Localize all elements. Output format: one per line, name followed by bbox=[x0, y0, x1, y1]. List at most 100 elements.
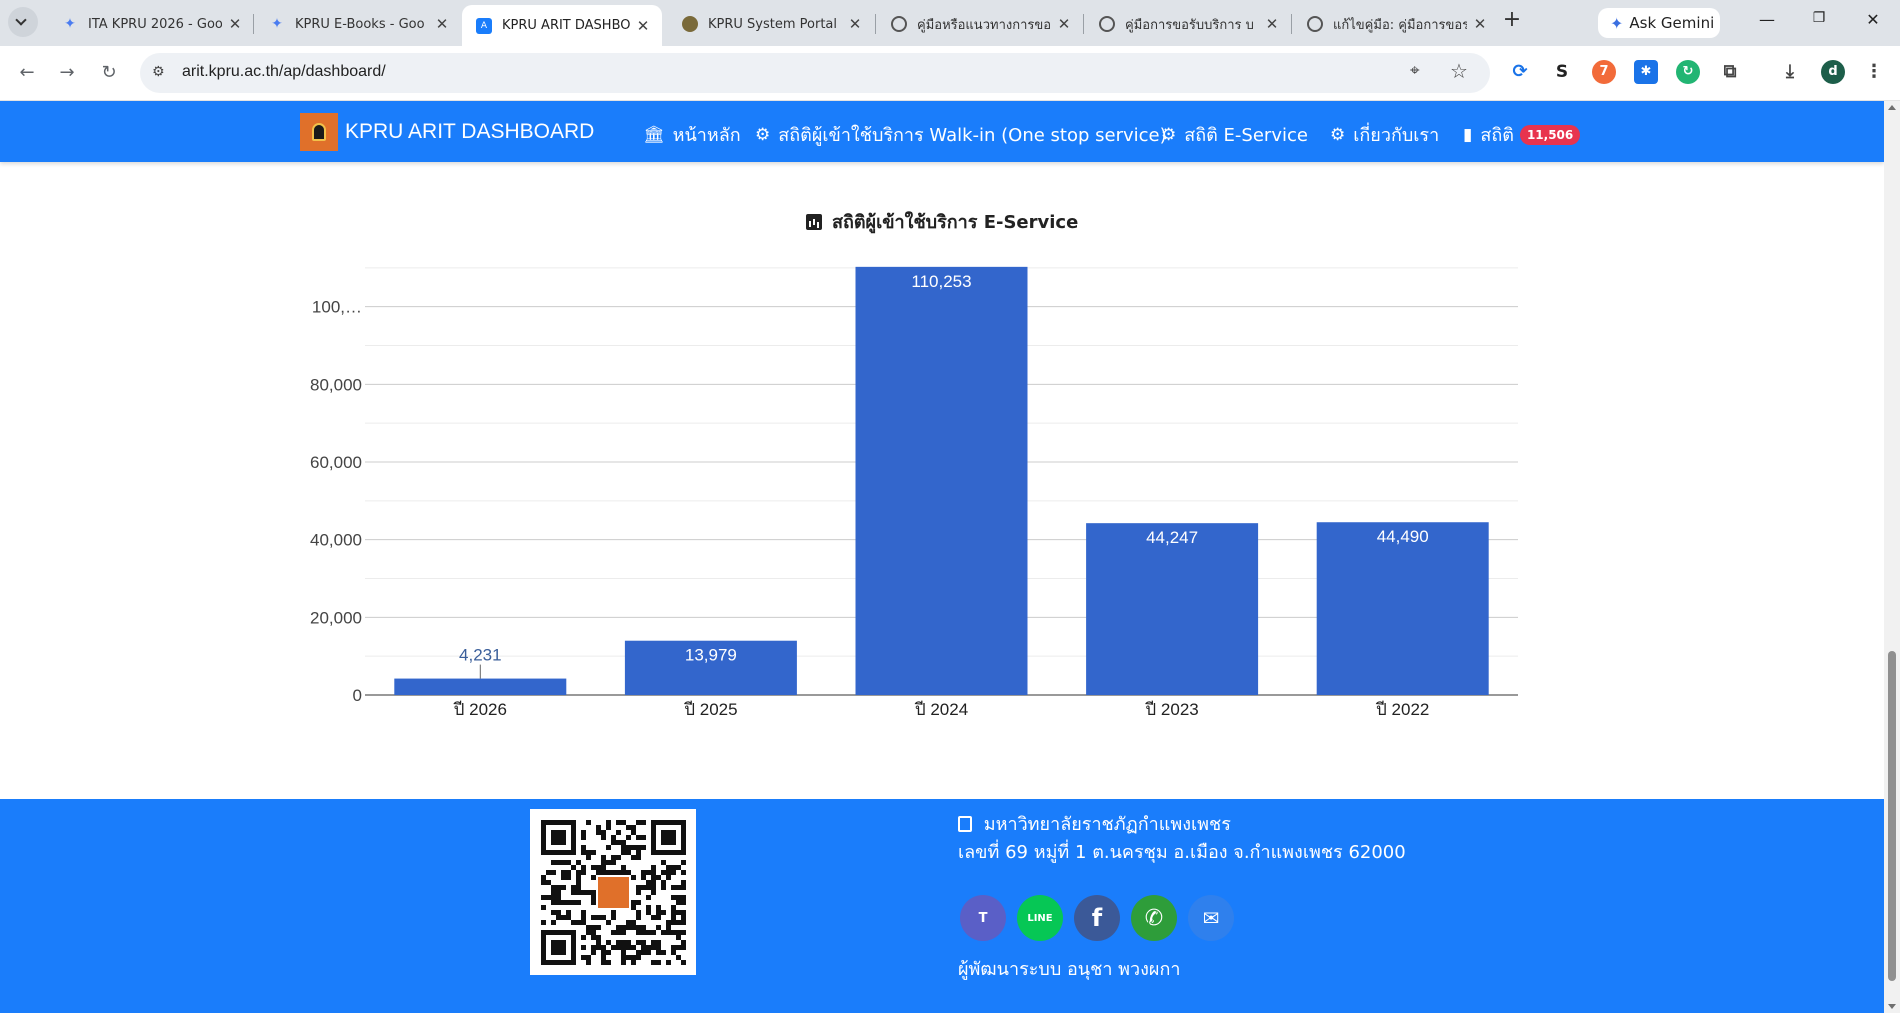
close-icon[interactable]: ✕ bbox=[846, 15, 864, 33]
site-info-icon[interactable]: ⚙ bbox=[152, 64, 170, 82]
qr-module bbox=[626, 850, 631, 855]
ask-gemini-button[interactable]: ✦ Ask Gemini bbox=[1598, 8, 1720, 38]
qr-module bbox=[556, 900, 561, 905]
qr-module bbox=[626, 870, 631, 875]
browser-tab[interactable]: ✦ KPRU E-Books - Goo ✕ bbox=[255, 6, 461, 42]
minimize-button[interactable]: — bbox=[1754, 10, 1780, 36]
close-icon[interactable]: ✕ bbox=[226, 15, 244, 33]
nav-walkin-stats[interactable]: ⚙ สถิติผู้เข้าใช้บริการ Walk-in (One sto… bbox=[755, 120, 1167, 149]
bookmark-star-icon[interactable]: ☆ bbox=[1450, 59, 1468, 83]
brand-text: KPRU ARIT DASHBOARD bbox=[345, 120, 595, 143]
scroll-down-arrow[interactable] bbox=[1888, 1004, 1896, 1009]
qr-module bbox=[541, 960, 546, 965]
teams-icon[interactable]: T bbox=[960, 895, 1006, 941]
qr-module bbox=[551, 960, 556, 965]
qr-module bbox=[666, 830, 671, 835]
qr-module bbox=[611, 860, 616, 865]
qr-module bbox=[556, 850, 561, 855]
kpru-logo-icon bbox=[300, 113, 338, 151]
s-extension-icon[interactable]: S bbox=[1550, 60, 1574, 84]
forward-button[interactable]: → bbox=[54, 60, 80, 86]
browser-tab[interactable]: คู่มือหรือแนวทางการขอ ✕ bbox=[877, 6, 1083, 42]
qr-module bbox=[631, 900, 636, 905]
qr-module bbox=[556, 830, 561, 835]
tab-title: คู่มือการขอรับบริการ บ bbox=[1125, 17, 1254, 33]
nav-eservice-stats[interactable]: ⚙ สถิติ E-Service bbox=[1161, 120, 1308, 149]
facebook-icon[interactable]: f bbox=[1074, 895, 1120, 941]
download-icon[interactable]: ⤓ bbox=[1778, 60, 1802, 84]
browser-tab[interactable]: KPRU System Portal ✕ bbox=[668, 6, 874, 42]
location-icon[interactable]: ⌖ bbox=[1410, 61, 1420, 81]
qr-module bbox=[681, 945, 686, 950]
sync-extension-icon[interactable]: ⟳ bbox=[1508, 60, 1532, 84]
qr-module bbox=[661, 885, 666, 890]
address-bar[interactable]: ⚙ arit.kpru.ac.th/ap/dashboard/ ⌖ ☆ bbox=[140, 53, 1490, 93]
back-button[interactable]: ← bbox=[14, 60, 40, 86]
orange-extension-icon[interactable]: 7 bbox=[1592, 60, 1616, 84]
qr-module bbox=[631, 875, 636, 880]
close-icon[interactable]: ✕ bbox=[1263, 15, 1281, 33]
puzzle-extensions-icon[interactable]: ⧉ bbox=[1718, 60, 1742, 84]
qr-module bbox=[566, 915, 571, 920]
close-window-button[interactable]: ✕ bbox=[1860, 10, 1886, 36]
browser-tab[interactable]: แก้ไขคู่มือ: คู่มือการขอร ✕ bbox=[1293, 6, 1499, 42]
scroll-up-arrow[interactable] bbox=[1888, 105, 1896, 110]
mail-icon[interactable]: ✉ bbox=[1188, 895, 1234, 941]
blue-extension-icon[interactable]: ✱ bbox=[1634, 60, 1658, 84]
nav-home[interactable]: 🏛 หน้าหลัก bbox=[643, 120, 741, 149]
nav-about[interactable]: ⚙ เกี่ยวกับเรา bbox=[1330, 120, 1439, 149]
qr-module bbox=[541, 950, 546, 955]
qr-module bbox=[641, 875, 646, 880]
qr-module bbox=[661, 835, 666, 840]
profile-avatar[interactable]: d bbox=[1821, 60, 1845, 84]
reload-button[interactable]: ↻ bbox=[96, 60, 122, 86]
site-navbar: KPRU ARIT DASHBOARD 🏛 หน้าหลัก ⚙ สถิติผู… bbox=[0, 101, 1884, 162]
line-icon[interactable]: LINE bbox=[1017, 895, 1063, 941]
chart-title-text: สถิติผู้เข้าใช้บริการ E-Service bbox=[831, 212, 1079, 233]
qr-module bbox=[571, 960, 576, 965]
browser-tab-active[interactable]: A KPRU ARIT DASHBO ✕ bbox=[462, 5, 662, 46]
green-extension-icon[interactable]: ↻ bbox=[1676, 60, 1700, 84]
browser-tab[interactable]: ✦ ITA KPRU 2026 - Goo ✕ bbox=[48, 6, 254, 42]
qr-module bbox=[561, 850, 566, 855]
browser-tab[interactable]: คู่มือการขอรับบริการ บ ✕ bbox=[1085, 6, 1291, 42]
new-tab-button[interactable]: + bbox=[1500, 9, 1524, 33]
qr-module bbox=[681, 840, 686, 845]
site-brand[interactable]: KPRU ARIT DASHBOARD bbox=[300, 113, 594, 151]
qr-module bbox=[656, 925, 661, 930]
qr-module bbox=[571, 900, 576, 905]
close-icon[interactable]: ✕ bbox=[1055, 15, 1073, 33]
qr-module bbox=[681, 895, 686, 900]
qr-module bbox=[611, 930, 616, 935]
url-text[interactable]: arit.kpru.ac.th/ap/dashboard/ bbox=[182, 63, 386, 81]
close-icon[interactable]: ✕ bbox=[1471, 15, 1489, 33]
qr-module bbox=[681, 940, 686, 945]
qr-module bbox=[591, 850, 596, 855]
scrollbar-thumb[interactable] bbox=[1888, 651, 1896, 981]
kpru-seal-icon bbox=[682, 16, 698, 32]
qr-module bbox=[666, 875, 671, 880]
gemini-icon: ✦ bbox=[271, 16, 283, 32]
qr-module bbox=[676, 895, 681, 900]
qr-module bbox=[651, 845, 656, 850]
qr-module bbox=[651, 880, 656, 885]
tab-search-button[interactable] bbox=[8, 7, 38, 37]
menu-kebab-icon[interactable]: ⋮ bbox=[1862, 60, 1886, 84]
close-icon[interactable]: ✕ bbox=[634, 17, 652, 35]
page-scrollbar[interactable] bbox=[1884, 101, 1900, 1013]
qr-module bbox=[541, 935, 546, 940]
qr-module bbox=[561, 915, 566, 920]
qr-module bbox=[576, 880, 581, 885]
qr-module bbox=[631, 905, 636, 910]
phone-icon[interactable]: ✆ bbox=[1131, 895, 1177, 941]
qr-module bbox=[586, 890, 591, 895]
restore-button[interactable]: ❐ bbox=[1806, 10, 1832, 36]
qr-module bbox=[541, 930, 546, 935]
page-viewport: KPRU ARIT DASHBOARD 🏛 หน้าหลัก ⚙ สถิติผู… bbox=[0, 101, 1884, 1013]
qr-module bbox=[606, 845, 611, 850]
qr-module bbox=[621, 925, 626, 930]
nav-stats[interactable]: ▮ สถิติ 11,506 bbox=[1463, 120, 1581, 149]
close-icon[interactable]: ✕ bbox=[433, 15, 451, 33]
qr-module bbox=[681, 850, 686, 855]
qr-module bbox=[616, 940, 621, 945]
